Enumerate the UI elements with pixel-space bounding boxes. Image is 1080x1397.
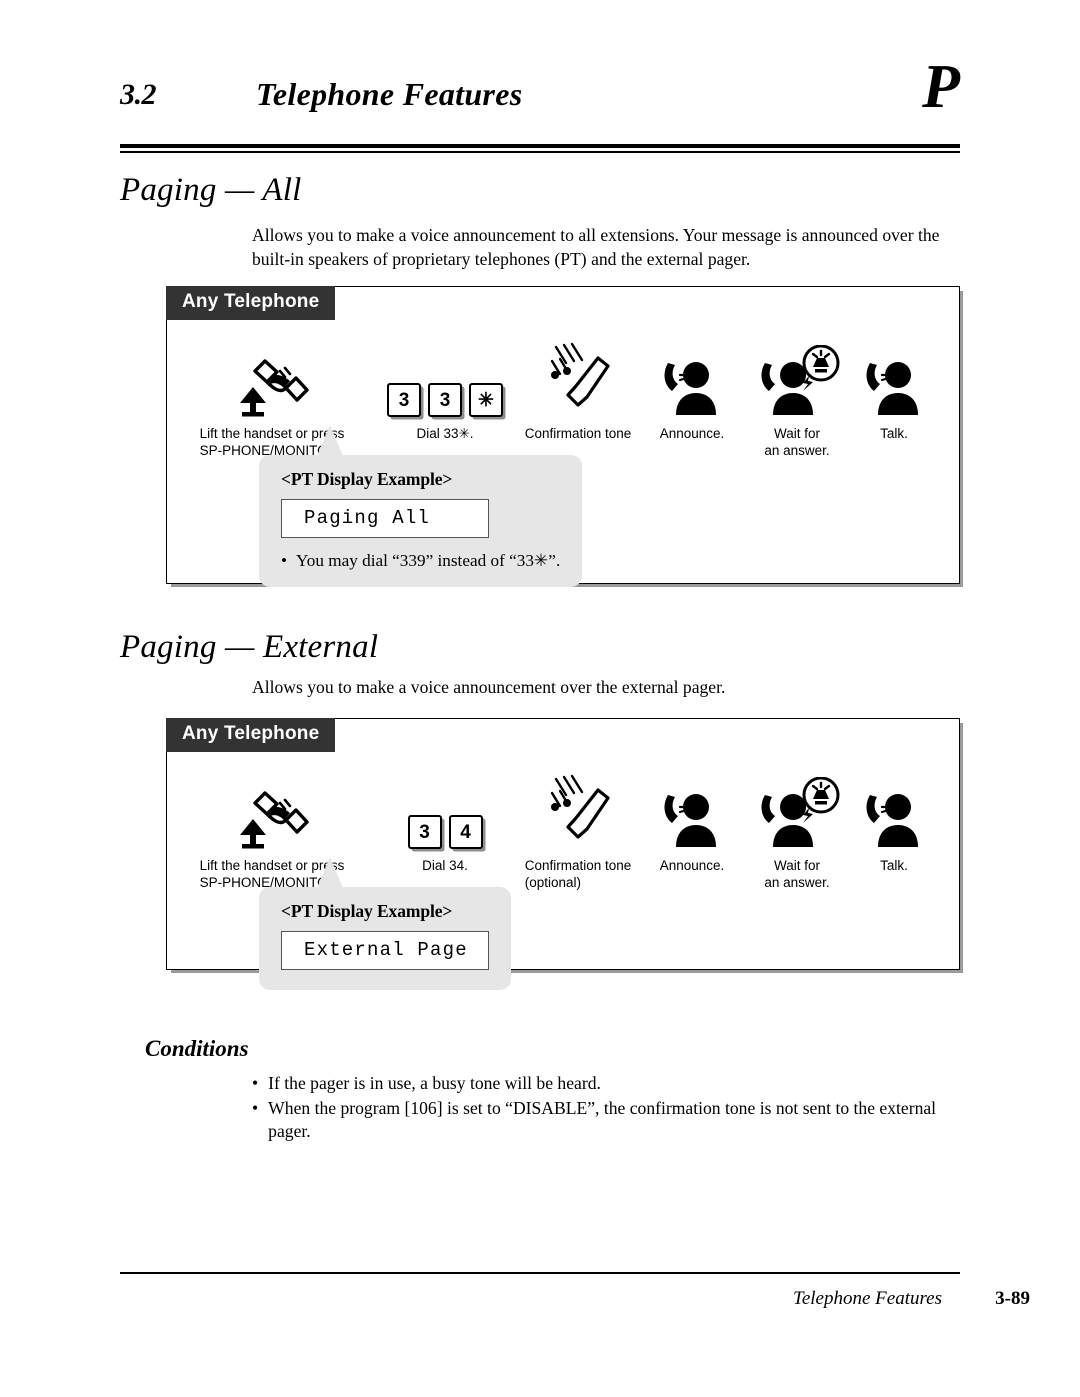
pt-display-callout: <PT Display Example> Paging All You may … xyxy=(259,425,583,587)
footer-title: Telephone Features xyxy=(793,1288,942,1309)
step-announce: Announce. xyxy=(643,339,741,442)
key-cap[interactable]: 3 xyxy=(387,383,421,417)
step-sequence: Lift the handset or press SP-PHONE/MONIT… xyxy=(167,287,959,459)
step-label: Talk. xyxy=(880,426,908,441)
feature-title-paging-all: Paging — All xyxy=(120,172,302,208)
page-header: 3.2 Telephone Features P xyxy=(120,56,960,158)
bullet-icon xyxy=(252,1072,258,1096)
step-talk: Talk. xyxy=(853,339,935,442)
section-title: Telephone Features xyxy=(256,76,523,112)
step-label: Wait for an answer. xyxy=(764,426,830,458)
callout-title: <PT Display Example> xyxy=(281,901,453,921)
step-label: Confirmation tone xyxy=(524,426,632,441)
step-announce: Announce. xyxy=(643,771,741,874)
bullet-icon xyxy=(252,1097,258,1121)
step-dial: 3 3 ✳ Dial 33✳. xyxy=(377,339,513,442)
callout-note: You may dial “339” instead of “33✳”. xyxy=(281,551,560,571)
feature-description-paging-external: Allows you to make a voice announcement … xyxy=(252,677,726,697)
feature-title-paging-external: Paging — External xyxy=(120,629,379,665)
footer-rule xyxy=(120,1272,960,1274)
callout-pointer xyxy=(317,425,343,456)
callout-note-text: You may dial “339” instead of “33✳”. xyxy=(296,551,561,570)
step-talk: Talk. xyxy=(853,771,935,874)
step-dial: 3 4 Dial 34. xyxy=(377,771,513,874)
dial-keys-icon: 3 4 xyxy=(407,771,483,849)
step-wait-answer: Wait for an answer. xyxy=(741,339,853,459)
step-confirmation-tone: Confirmation tone xyxy=(513,339,643,442)
person-talk-icon xyxy=(862,339,926,417)
key-cap-asterisk[interactable]: ✳ xyxy=(469,383,503,417)
person-announce-icon xyxy=(660,771,724,849)
header-rule-thick xyxy=(120,144,960,148)
step-label: Announce. xyxy=(659,858,725,873)
lift-handset-icon xyxy=(235,771,309,849)
step-label: Announce. xyxy=(659,426,725,441)
key-cap[interactable]: 4 xyxy=(448,815,483,849)
lcd-display-text: External Page xyxy=(281,931,489,970)
confirmation-tone-icon xyxy=(542,339,614,417)
condition-item: When the program [106] is set to “DISABL… xyxy=(252,1097,962,1144)
callout-pointer xyxy=(317,857,343,888)
key-cap[interactable]: 3 xyxy=(407,815,442,849)
conditions-heading: Conditions xyxy=(145,1036,249,1061)
step-label: Wait for an answer. xyxy=(764,858,830,890)
step-label: Confirmation tone (optional) xyxy=(524,858,632,890)
keypad-keys: 3 3 ✳ xyxy=(387,383,503,417)
diagram-paging-external: Any Telephone Lift the handset or press … xyxy=(166,718,960,990)
footer-page-number: 3-89 xyxy=(995,1288,1030,1309)
dial-keys-icon: 3 3 ✳ xyxy=(387,339,503,417)
pt-display-callout: <PT Display Example> External Page xyxy=(259,857,511,990)
condition-text: If the pager is in use, a busy tone will… xyxy=(268,1073,601,1093)
lift-handset-icon xyxy=(235,339,309,417)
person-wait-answer-icon xyxy=(753,771,841,849)
feature-description-paging-all: Allows you to make a voice announcement … xyxy=(252,225,940,269)
key-cap[interactable]: 3 xyxy=(428,383,462,417)
step-lift-handset: Lift the handset or press SP-PHONE/MONIT… xyxy=(167,771,377,891)
step-wait-answer: Wait for an answer. xyxy=(741,771,853,891)
person-announce-icon xyxy=(660,339,724,417)
callout-title: <PT Display Example> xyxy=(281,469,453,489)
person-talk-icon xyxy=(862,771,926,849)
person-wait-answer-icon xyxy=(753,339,841,417)
step-label: Dial 33✳. xyxy=(416,426,474,441)
diagram-paging-all: Any Telephone Lift the handset or press … xyxy=(166,286,960,587)
confirmation-tone-icon xyxy=(542,771,614,849)
step-confirmation-tone: Confirmation tone (optional) xyxy=(513,771,643,891)
section-number: 3.2 xyxy=(120,78,157,111)
chapter-thumb-tab: P xyxy=(922,53,960,121)
lcd-display-text: Paging All xyxy=(281,499,489,538)
keypad-keys: 3 4 xyxy=(407,815,483,849)
step-lift-handset: Lift the handset or press SP-PHONE/MONIT… xyxy=(167,339,377,459)
step-sequence: Lift the handset or press SP-PHONE/MONIT… xyxy=(167,719,959,891)
bullet-icon xyxy=(281,551,287,571)
step-label: Dial 34. xyxy=(422,858,468,873)
condition-text: When the program [106] is set to “DISABL… xyxy=(268,1097,937,1142)
conditions-list: If the pager is in use, a busy tone will… xyxy=(252,1072,962,1145)
condition-item: If the pager is in use, a busy tone will… xyxy=(252,1072,962,1096)
header-rule-thin xyxy=(120,151,960,153)
step-label: Talk. xyxy=(880,858,908,873)
